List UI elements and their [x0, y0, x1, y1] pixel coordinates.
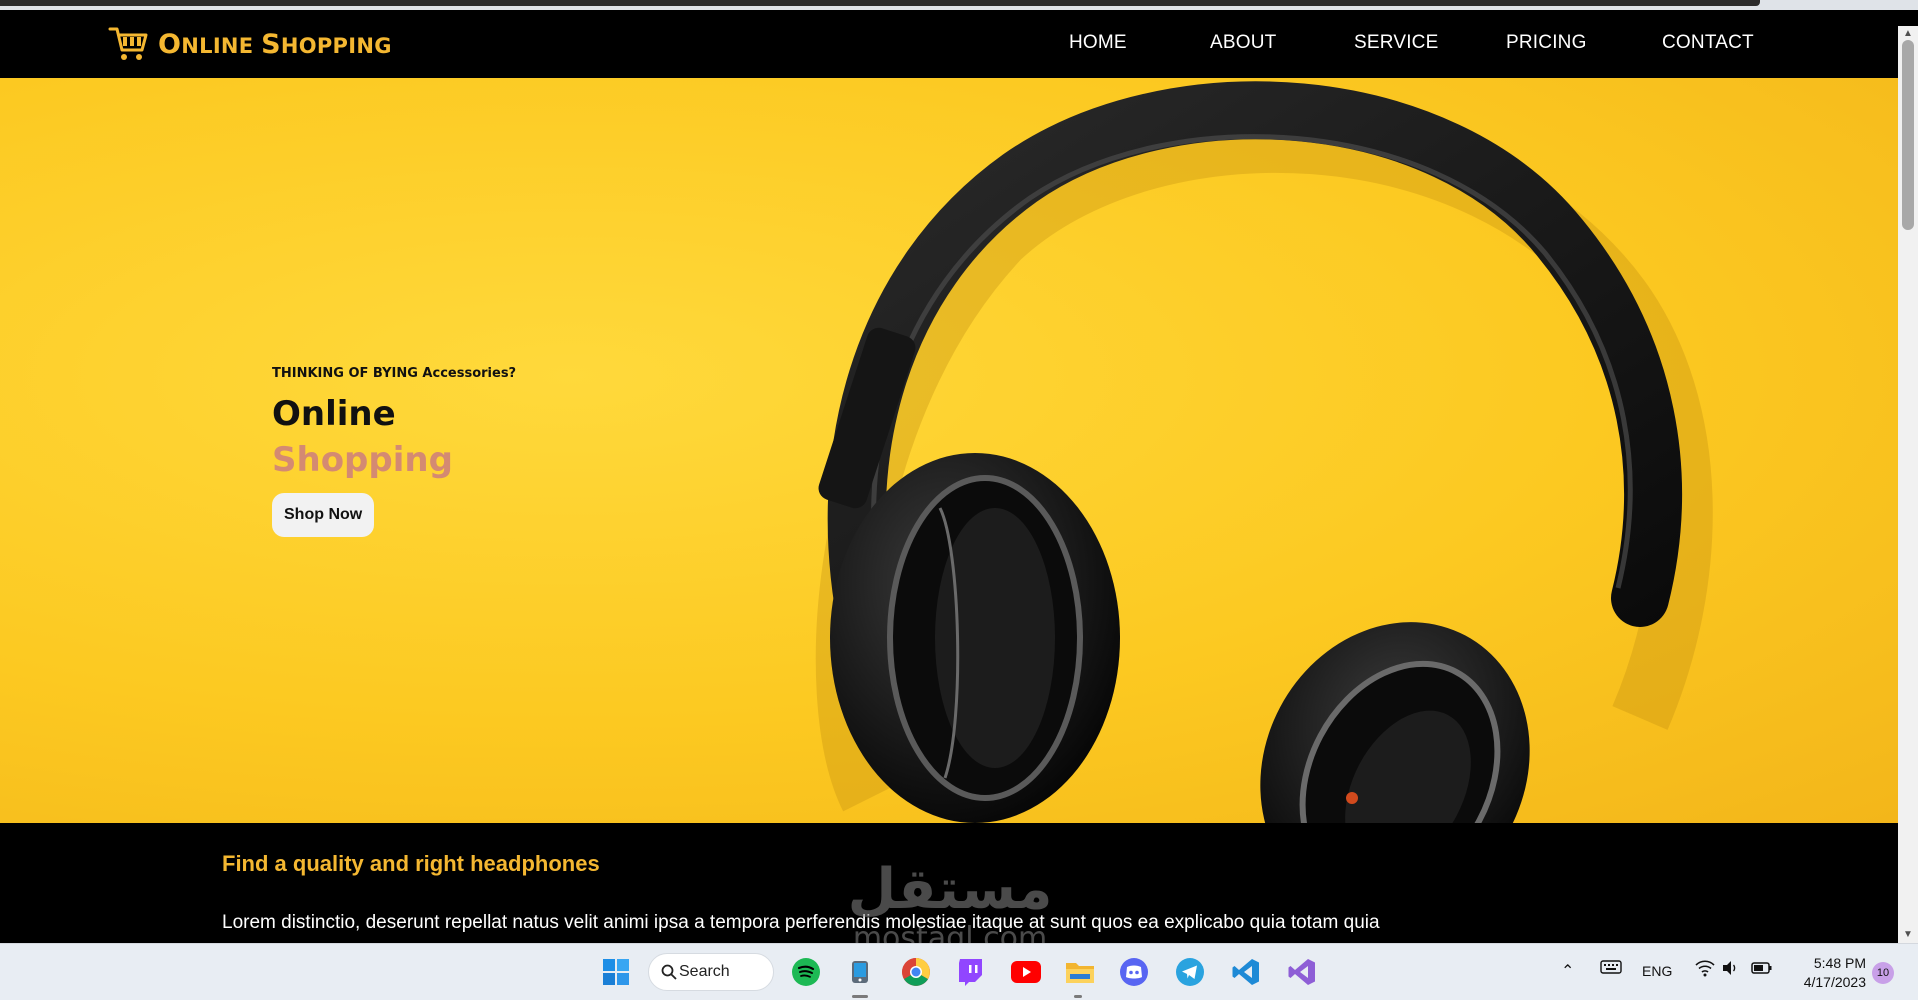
nav-about[interactable]: ABOUT: [1210, 32, 1276, 54]
chevron-up-icon[interactable]: ⌃: [1561, 961, 1574, 981]
chrome-icon[interactable]: [899, 955, 933, 989]
hero-banner: THINKING OF BYING Accessories? Online Sh…: [0, 78, 1898, 823]
hero-eyebrow: THINKING OF BYING Accessories?: [272, 366, 517, 381]
navbar: ONLINE SHOPPING HOME ABOUT SERVICE PRICI…: [0, 10, 1898, 78]
spotify-icon[interactable]: [789, 955, 823, 989]
keyboard-icon[interactable]: [1600, 959, 1622, 980]
clock-time: 5:48 PM: [1813, 955, 1866, 971]
system-clock[interactable]: 5:48 PM 4/17/2023: [1790, 954, 1866, 992]
folder-open-indicator: [1074, 995, 1082, 998]
scroll-thumb[interactable]: [1902, 40, 1914, 230]
content-section: Find a quality and right headphones Lore…: [0, 823, 1898, 943]
file-explorer-icon[interactable]: [843, 955, 877, 989]
windows-taskbar: Search ⌃ ENG 5:48 PM 4/17/2023 10: [0, 943, 1918, 1000]
volume-icon[interactable]: [1721, 959, 1739, 982]
visual-studio-icon[interactable]: [1285, 955, 1319, 989]
search-label: Search: [679, 963, 730, 980]
nav-pricing[interactable]: PRICING: [1506, 32, 1587, 54]
section-body: Lorem distinctio, deserunt repellat natu…: [222, 912, 1380, 933]
nav-links: HOME ABOUT SERVICE PRICING CONTACT: [0, 10, 1898, 78]
twitch-icon[interactable]: [953, 955, 987, 989]
page-scrollbar[interactable]: ▲ ▼: [1898, 26, 1918, 943]
taskbar-search[interactable]: Search: [648, 953, 774, 991]
nav-contact[interactable]: CONTACT: [1662, 32, 1754, 54]
notification-badge[interactable]: 10: [1872, 962, 1894, 984]
vscode-icon[interactable]: [1229, 955, 1263, 989]
section-heading: Find a quality and right headphones: [222, 851, 600, 876]
battery-icon[interactable]: [1751, 959, 1773, 982]
discord-icon[interactable]: [1117, 955, 1151, 989]
scroll-down-arrow-icon[interactable]: ▼: [1898, 927, 1918, 943]
youtube-icon[interactable]: [1009, 955, 1043, 989]
hero-text-block: THINKING OF BYING Accessories? Online Sh…: [272, 366, 516, 537]
shop-now-button[interactable]: Shop Now: [272, 493, 375, 537]
search-icon: [661, 964, 677, 980]
active-app-indicator: [852, 995, 868, 998]
nav-home[interactable]: HOME: [1069, 32, 1127, 54]
folder-icon[interactable]: [1063, 955, 1097, 989]
windows-start-icon[interactable]: [599, 955, 633, 989]
hero-subtitle: Shopping: [272, 440, 453, 480]
nav-service[interactable]: SERVICE: [1354, 32, 1438, 54]
telegram-icon[interactable]: [1173, 955, 1207, 989]
clock-date: 4/17/2023: [1803, 974, 1866, 990]
language-indicator[interactable]: ENG: [1642, 963, 1672, 979]
hero-title: Online: [272, 394, 396, 434]
browser-top-strip: [0, 0, 1918, 10]
wifi-icon[interactable]: [1695, 959, 1715, 982]
